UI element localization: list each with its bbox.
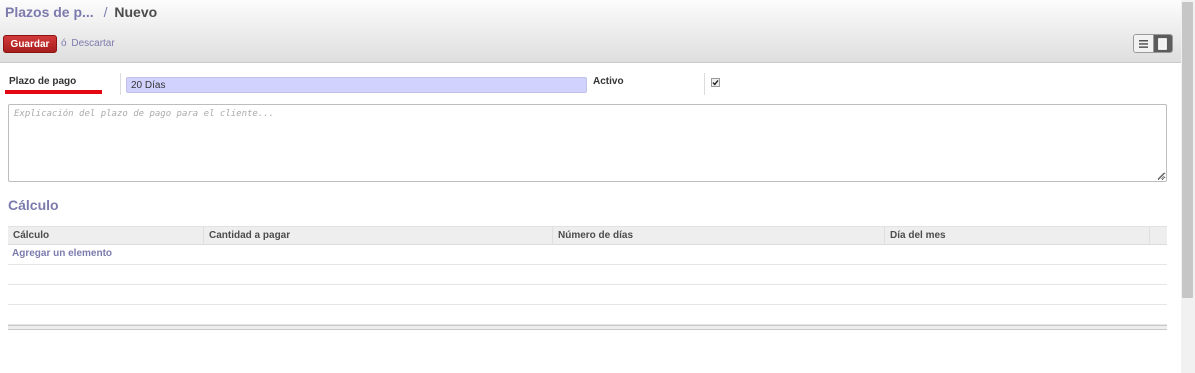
table-footer <box>8 325 1167 330</box>
add-item-link[interactable]: Agregar un elemento <box>12 248 112 259</box>
column-header[interactable]: Cantidad a pagar <box>203 227 552 244</box>
table-row <box>8 265 1167 285</box>
column-header[interactable]: Cálculo <box>8 227 203 244</box>
table-row <box>8 305 1167 325</box>
section-title: Cálculo <box>8 197 59 213</box>
view-switcher <box>1133 34 1173 53</box>
breadcrumb-separator: / <box>103 4 108 20</box>
scrollbar-thumb[interactable] <box>1182 2 1193 298</box>
breadcrumb-parent-link[interactable]: Plazos de p... <box>5 4 94 20</box>
list-view-icon <box>1138 39 1148 48</box>
note-placeholder: Explicación del plazo de pago para el cl… <box>14 109 275 119</box>
note-textarea[interactable]: Explicación del plazo de pago para el cl… <box>8 104 1167 182</box>
control-panel: Plazos de p... / Nuevo Guardar ó Descart… <box>0 0 1181 63</box>
column-header[interactable]: Día del mes <box>884 227 1149 244</box>
list-view-button[interactable] <box>1134 35 1153 52</box>
breadcrumb: Plazos de p... / Nuevo <box>5 4 157 20</box>
resize-grip-icon[interactable] <box>1157 172 1165 180</box>
table-row <box>8 285 1167 305</box>
payment-lines-table: Cálculo Cantidad a pagar Número de días … <box>8 226 1167 330</box>
highlight-underline <box>5 90 102 94</box>
column-header[interactable]: Número de días <box>552 227 884 244</box>
field-divider <box>704 73 705 95</box>
payment-term-name-input[interactable]: 20 Días <box>126 77 587 93</box>
or-text: ó <box>61 38 67 49</box>
active-checkbox[interactable] <box>711 78 720 87</box>
table-header: Cálculo Cantidad a pagar Número de días … <box>8 226 1167 245</box>
name-label: Plazo de pago <box>9 76 77 87</box>
form-view-icon <box>1158 37 1168 50</box>
discard-link[interactable]: Descartar <box>71 38 114 49</box>
table-row: Agregar un elemento <box>8 245 1167 265</box>
field-divider <box>120 73 121 95</box>
form-view-button[interactable] <box>1152 35 1172 52</box>
active-label: Activo <box>593 76 624 87</box>
discard-area: ó Descartar <box>61 38 115 49</box>
checkmark-icon <box>712 79 719 86</box>
delete-column-header <box>1149 227 1167 244</box>
breadcrumb-current: Nuevo <box>114 4 158 20</box>
save-button[interactable]: Guardar <box>3 35 57 53</box>
